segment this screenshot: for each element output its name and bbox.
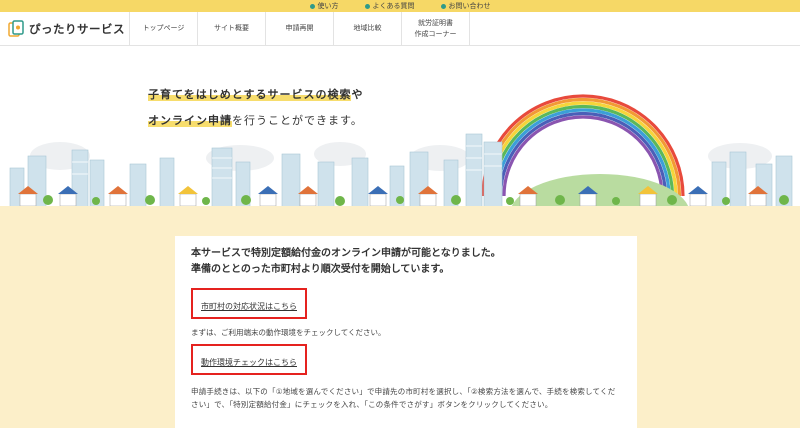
nav-top[interactable]: トップページ — [130, 12, 198, 45]
environment-check-note: まずは、ご利用端末の動作環境をチェックしてください。 — [191, 328, 386, 337]
environment-check-link-box: 動作環境チェックはこちら — [191, 344, 307, 375]
nav-site-overview[interactable]: サイト概要 — [198, 12, 266, 45]
logo-text: ぴったりサービス — [29, 21, 125, 36]
application-instructions: 申請手続きは、以下の「①地域を選んでください」で申請先の市町村を選択し、「②検索… — [191, 387, 616, 409]
site-logo[interactable]: ぴったりサービス — [0, 12, 130, 45]
tagline-highlight: オンライン申請 — [148, 114, 232, 127]
utility-link-label: 使い方 — [317, 2, 339, 10]
nav-employment-certificate[interactable]: 就労証明書 作成コーナー — [402, 12, 470, 45]
logo-icon — [8, 19, 24, 37]
hero-tagline-line2: オンライン申請を行うことができます。 — [148, 112, 363, 128]
municipality-status-link[interactable]: 市町村の対応状況はこちら — [201, 302, 297, 311]
main-section: 本サービスで特別定額給付金のオンライン申請が可能となりました。 準備のととのった… — [0, 216, 800, 428]
dot-icon — [440, 3, 446, 9]
notice-card: 本サービスで特別定額給付金のオンライン申請が可能となりました。 準備のととのった… — [175, 236, 637, 428]
utility-link-usage[interactable]: 使い方 — [309, 1, 339, 11]
tagline-highlight: 子育てをはじめとするサービスの検索 — [148, 88, 352, 101]
utility-link-faq[interactable]: よくある質問 — [364, 1, 415, 11]
utility-link-label: よくある質問 — [372, 2, 415, 10]
dot-icon — [309, 3, 315, 9]
cityscape-illustration — [0, 94, 800, 216]
nav-region-compare[interactable]: 地域比較 — [334, 12, 402, 45]
utility-link-label: お問い合わせ — [448, 2, 491, 10]
dot-icon — [364, 3, 370, 9]
environment-check-link[interactable]: 動作環境チェックはこちら — [201, 358, 297, 367]
tagline-text: や — [351, 88, 364, 101]
municipality-status-link-box: 市町村の対応状況はこちら — [191, 288, 307, 319]
notice-line2: 準備のととのった市町村より順次受付を開始しています。 — [191, 264, 450, 275]
hero-section: 子育てをはじめとするサービスの検索や オンライン申請を行うことができます。 — [0, 46, 800, 216]
utility-link-contact[interactable]: お問い合わせ — [440, 1, 491, 11]
main-nav: トップページ サイト概要 申請再開 地域比較 就労証明書 作成コーナー — [130, 12, 470, 45]
tagline-text: を行うことができます。 — [232, 114, 363, 127]
site-header: ぴったりサービス トップページ サイト概要 申請再開 地域比較 就労証明書 作成… — [0, 12, 800, 46]
notice-line1: 本サービスで特別定額給付金のオンライン申請が可能となりました。 — [191, 248, 501, 259]
nav-resume-application[interactable]: 申請再開 — [266, 12, 334, 45]
hero-tagline-line1: 子育てをはじめとするサービスの検索や — [148, 86, 363, 102]
utility-bar: 使い方 よくある質問 お問い合わせ — [0, 0, 800, 12]
